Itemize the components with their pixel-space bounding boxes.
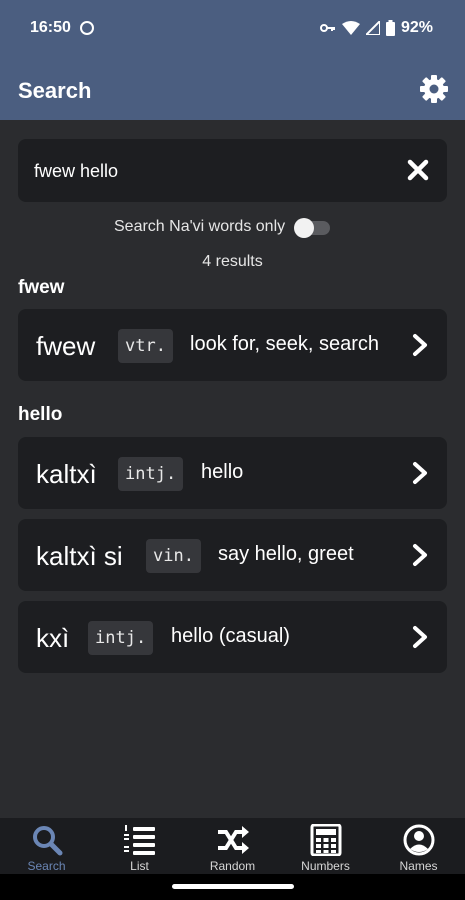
- result-definition: hello: [201, 461, 244, 483]
- result-word: fwew: [36, 331, 96, 361]
- nav-random[interactable]: Random: [186, 818, 279, 874]
- chevron-right-icon: [413, 626, 427, 648]
- chevron-right-icon: [413, 462, 427, 484]
- calculator-icon: [310, 824, 341, 856]
- search-input[interactable]: fwew hello: [18, 139, 447, 202]
- key-icon: [319, 24, 335, 32]
- result-definition: say hello, greet: [218, 543, 354, 565]
- status-time: 16:50: [30, 19, 71, 36]
- section-heading: fwew: [18, 277, 65, 298]
- result-card[interactable]: kxì intj. hello (casual): [18, 601, 447, 673]
- status-bar: 16:50 92%: [0, 0, 465, 58]
- part-of-speech-badge: vin.: [146, 539, 201, 573]
- bottom-navigation: Search List Random Numbers Names: [0, 818, 465, 874]
- battery-percent: 92%: [400, 19, 433, 36]
- navi-only-toggle-label: Search Na'vi words only: [114, 218, 286, 235]
- section-heading: hello: [18, 404, 63, 425]
- gear-icon[interactable]: [419, 74, 449, 104]
- gesture-bar: [0, 874, 465, 900]
- chevron-right-icon: [413, 544, 427, 566]
- nav-numbers[interactable]: Numbers: [279, 818, 372, 874]
- nav-label: Numbers: [301, 859, 350, 873]
- nav-label: Random: [209, 859, 256, 873]
- part-of-speech-badge: intj.: [118, 457, 184, 491]
- gesture-handle[interactable]: [172, 884, 294, 889]
- navi-only-switch[interactable]: [294, 218, 330, 238]
- notification-icon: [80, 21, 94, 35]
- wifi-icon: [341, 21, 360, 35]
- shuffle-icon: [217, 826, 249, 854]
- result-card[interactable]: fwew vtr. look for, seek, search: [18, 309, 447, 381]
- close-icon[interactable]: [407, 159, 429, 181]
- switch-thumb: [294, 218, 314, 238]
- account-circle-icon: [403, 824, 434, 856]
- status-icons: 92%: [319, 19, 433, 37]
- nav-label: Search: [27, 859, 66, 873]
- result-card[interactable]: kaltxì intj. hello: [18, 437, 447, 509]
- nav-names[interactable]: Names: [372, 818, 465, 874]
- result-card[interactable]: kaltxì si vin. say hello, greet: [18, 519, 447, 591]
- nav-list[interactable]: List: [93, 818, 186, 874]
- battery-icon: [385, 20, 395, 36]
- search-input-value: fwew hello: [34, 161, 119, 181]
- nav-search[interactable]: Search: [0, 818, 93, 874]
- cell-signal-icon: [365, 21, 380, 35]
- results-count: 4 results: [202, 253, 263, 270]
- nav-label: List: [130, 859, 149, 873]
- result-word: kxì: [36, 623, 70, 653]
- result-word: kaltxì: [36, 459, 97, 489]
- app-bar: Search: [0, 58, 465, 120]
- page-title: Search: [18, 78, 92, 103]
- part-of-speech-badge: vtr.: [118, 329, 173, 363]
- search-icon: [32, 826, 62, 856]
- chevron-right-icon: [413, 334, 427, 356]
- result-word: kaltxì si: [36, 541, 123, 571]
- numbered-list-icon: [123, 825, 155, 855]
- result-definition: look for, seek, search: [190, 333, 379, 355]
- result-definition: hello (casual): [171, 625, 290, 647]
- nav-label: Names: [399, 859, 438, 873]
- part-of-speech-badge: intj.: [88, 621, 154, 655]
- navi-only-toggle-row: Search Na'vi words only: [0, 214, 465, 240]
